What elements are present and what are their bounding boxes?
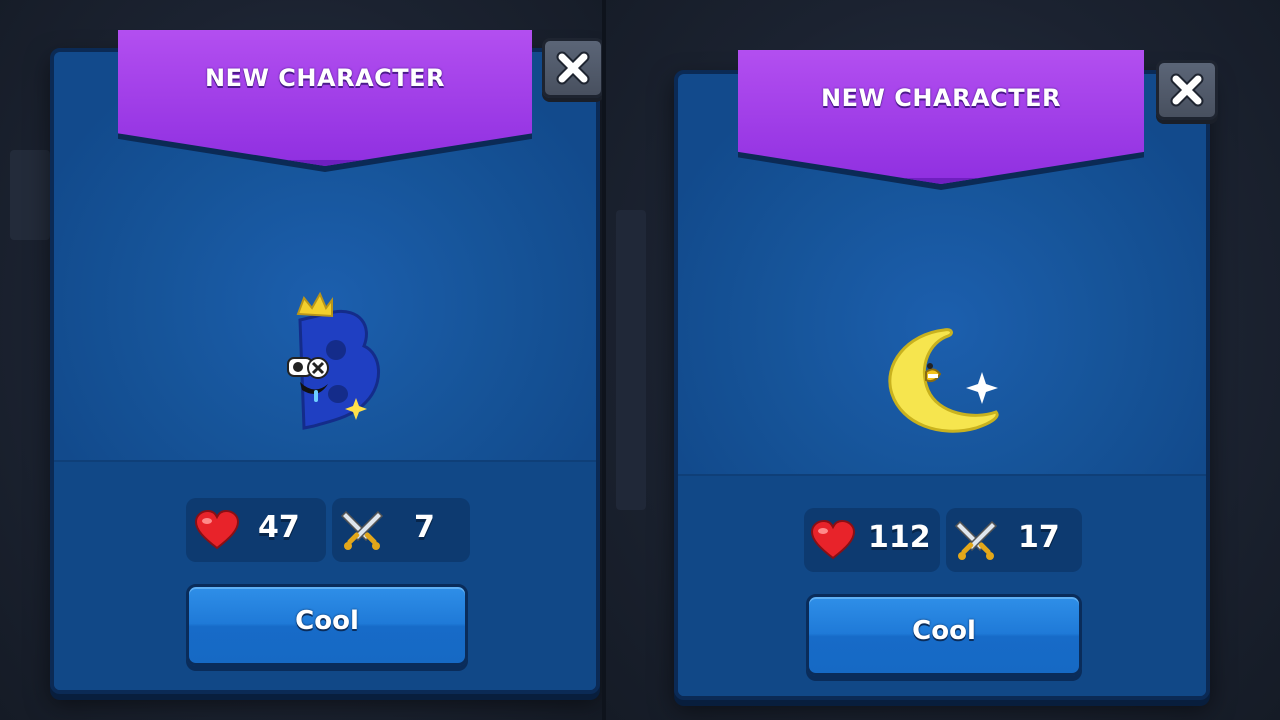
- background-furniture: [10, 150, 50, 240]
- attack-stat: 17: [946, 508, 1082, 572]
- close-button[interactable]: [1156, 60, 1218, 120]
- cool-button[interactable]: Cool: [806, 594, 1082, 676]
- cool-button-label: Cool: [295, 606, 359, 636]
- crossed-swords-icon: [954, 520, 998, 560]
- banner-title: NEW CHARACTER: [205, 64, 445, 92]
- character-b-icon: [287, 292, 380, 430]
- health-stat: 47: [186, 498, 326, 562]
- attack-stat: 7: [332, 498, 470, 562]
- health-value: 112: [868, 520, 931, 555]
- close-x-icon: [556, 51, 590, 85]
- banner-title: NEW CHARACTER: [821, 84, 1061, 112]
- close-x-icon: [1170, 73, 1204, 107]
- cool-button-label: Cool: [912, 616, 976, 646]
- health-stat: 112: [804, 508, 940, 572]
- heart-icon: [810, 520, 856, 560]
- heart-icon: [194, 510, 240, 550]
- background-furniture: [616, 210, 646, 510]
- cool-button[interactable]: Cool: [186, 584, 468, 666]
- right-screen: 112 17 Cool NEW CHARACTER: [606, 0, 1280, 720]
- attack-value: 7: [414, 510, 435, 545]
- health-value: 47: [258, 510, 300, 545]
- crossed-swords-icon: [340, 510, 384, 550]
- character-moon-icon: [888, 328, 999, 433]
- left-screen: 47 7 Cool NEW CHARACTER: [0, 0, 602, 720]
- attack-value: 17: [1018, 520, 1060, 555]
- close-button[interactable]: [542, 38, 602, 98]
